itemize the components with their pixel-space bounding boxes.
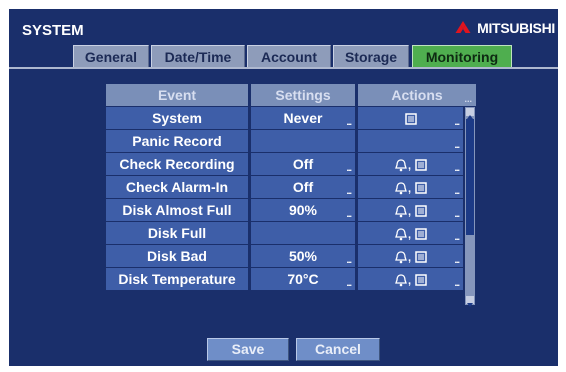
doc-icon [415,182,427,195]
arrow-down-icon [467,303,473,307]
bell-icon [395,159,407,172]
event-disk-almost-full: Disk Almost Full [106,199,248,221]
scroll-down-arrow[interactable] [466,296,474,307]
tab-storage[interactable]: Storage [333,45,409,68]
brand-name: MITSUBISHI [477,20,555,36]
actions-check-alarm-in[interactable]: , ... [358,176,463,198]
setting-value: Off [292,156,314,172]
brand-logo: MITSUBISHI [453,20,555,36]
system-dialog: SYSTEM MITSUBISHI General Date/Time Acco… [9,9,558,366]
event-check-recording: Check Recording [106,153,248,175]
event-check-alarm-in: Check Alarm-In [106,176,248,198]
setting-system[interactable]: Never... [251,107,355,129]
tab-date-time[interactable]: Date/Time [151,45,245,68]
setting-disk-almost-full[interactable]: 90%... [251,199,355,221]
bell-icon [395,274,407,287]
setting-value: 50% [288,248,318,264]
more-indicator: ... [346,278,351,288]
tab-account[interactable]: Account [247,45,331,68]
bell-icon [395,228,407,241]
scroll-thumb[interactable] [466,119,474,235]
bell-icon [395,205,407,218]
header-actions: Actions ... [358,84,476,106]
setting-value: 70°C [287,271,319,287]
doc-icon [415,251,427,264]
event-disk-bad: Disk Bad [106,245,248,267]
more-indicator: ... [454,186,459,196]
table-scrollbar[interactable] [465,107,475,307]
tab-monitoring[interactable]: Monitoring [412,45,512,68]
bell-icon [395,251,407,264]
actions-disk-full[interactable]: , ... [358,222,463,244]
doc-icon [415,274,427,287]
header-actions-label: Actions [391,87,443,103]
setting-disk-full[interactable] [251,222,355,244]
more-indicator: ... [346,117,351,127]
tab-general[interactable]: General [73,45,149,68]
more-indicator: ... [346,209,351,219]
more-indicator: ... [454,163,459,173]
more-indicator: ... [346,186,351,196]
event-system: System [106,107,248,129]
actions-disk-temperature[interactable]: , ... [358,268,463,290]
setting-value: 90% [288,202,318,218]
more-indicator: ... [454,117,459,127]
event-panic-record: Panic Record [106,130,248,152]
actions-panic-record[interactable]: ... [358,130,463,152]
header-settings: Settings [251,84,355,106]
setting-check-recording[interactable]: Off... [251,153,355,175]
actions-system[interactable]: ... [358,107,463,129]
doc-icon [404,113,417,126]
header-event: Event [106,84,248,106]
setting-check-alarm-in[interactable]: Off... [251,176,355,198]
more-indicator: ... [454,209,459,219]
bell-icon [395,182,407,195]
doc-icon [415,159,427,172]
more-indicator: ... [346,163,351,173]
actions-check-recording[interactable]: , ... [358,153,463,175]
doc-icon [415,228,427,241]
save-button[interactable]: Save [207,338,289,361]
event-disk-full: Disk Full [106,222,248,244]
setting-disk-bad[interactable]: 50%... [251,245,355,267]
dialog-title: SYSTEM [22,22,84,39]
setting-value: Never [283,110,323,126]
more-indicator: ... [454,232,459,242]
more-indicator: ... [464,94,472,104]
event-disk-temperature: Disk Temperature [106,268,248,290]
actions-disk-bad[interactable]: , ... [358,245,463,267]
actions-disk-almost-full[interactable]: , ... [358,199,463,221]
scroll-up-arrow[interactable] [466,108,474,119]
more-indicator: ... [454,278,459,288]
more-indicator: ... [454,255,459,265]
more-indicator: ... [454,140,459,150]
setting-panic-record[interactable] [251,130,355,152]
setting-value: Off [292,179,314,195]
doc-icon [415,205,427,218]
setting-disk-temperature[interactable]: 70°C... [251,268,355,290]
tab-divider [9,67,558,69]
more-indicator: ... [346,255,351,265]
cancel-button[interactable]: Cancel [296,338,380,361]
mitsubishi-diamonds-icon [455,21,471,33]
